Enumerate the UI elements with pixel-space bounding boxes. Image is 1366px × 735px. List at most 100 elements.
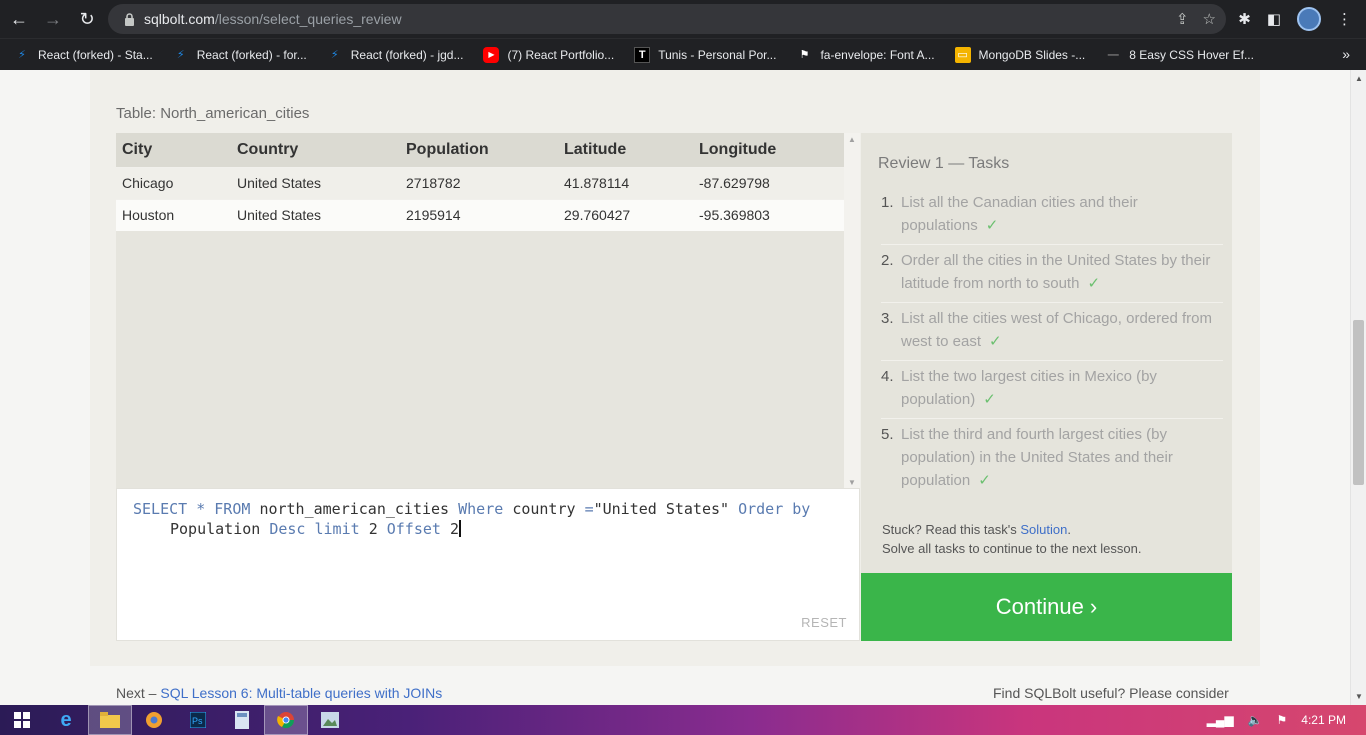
bookmark-item[interactable]: ⚑ fa-envelope: Font A... bbox=[796, 47, 935, 63]
task-number: 2. bbox=[881, 252, 894, 269]
reset-button[interactable]: RESET bbox=[801, 615, 847, 630]
column-header: City bbox=[116, 133, 231, 167]
sql-keyword: Where bbox=[458, 500, 513, 518]
page-scroll-thumb[interactable] bbox=[1353, 320, 1364, 485]
sql-keyword: Desc limit bbox=[269, 520, 369, 538]
photoshop-icon[interactable]: Ps bbox=[176, 705, 220, 735]
scroll-down-icon[interactable]: ▼ bbox=[848, 478, 856, 487]
check-icon: ✓ bbox=[989, 333, 1002, 350]
check-icon: ✓ bbox=[1087, 275, 1101, 292]
task-number: 3. bbox=[881, 310, 894, 327]
task-list: 1. List all the Canadian cities and their… bbox=[881, 187, 1223, 499]
sql-query-text[interactable]: SELECT * FROM north_american_cities Wher… bbox=[133, 499, 843, 539]
system-tray: ▂▄▆ 🔈 ⚑ 4:21 PM bbox=[1207, 705, 1346, 735]
page-scroll-up-icon[interactable]: ▲ bbox=[1355, 74, 1363, 83]
sql-keyword: SELECT * FROM bbox=[133, 500, 260, 518]
action-center-flag-icon[interactable]: ⚑ bbox=[1277, 713, 1288, 727]
svg-text:Ps: Ps bbox=[192, 716, 203, 726]
menu-kebab-icon[interactable]: ⋮ bbox=[1337, 10, 1352, 28]
side-panel-icon[interactable]: ◧ bbox=[1267, 10, 1281, 28]
next-lesson-link[interactable]: SQL Lesson 6: Multi-table queries with J… bbox=[160, 685, 442, 701]
task-text: List all the cities west of Chicago, ord… bbox=[901, 310, 1212, 350]
chrome-taskbar-icon[interactable] bbox=[264, 705, 308, 735]
query-line-2: Population Desc limit 2 Offset 2 bbox=[133, 519, 843, 539]
bookmark-item[interactable]: — 8 Easy CSS Hover Ef... bbox=[1105, 47, 1254, 63]
bookmark-label: React (forked) - for... bbox=[196, 47, 307, 62]
bolt-icon: ⚡ bbox=[18, 49, 26, 61]
reload-icon[interactable]: ↻ bbox=[72, 4, 102, 34]
file-explorer-icon[interactable] bbox=[88, 705, 132, 735]
tasks-panel: Review 1 — Tasks 1. List all the Canadian… bbox=[861, 133, 1232, 573]
url-host: sqlbolt.com bbox=[144, 11, 215, 27]
scroll-up-icon[interactable]: ▲ bbox=[848, 135, 856, 144]
task-text: List all the Canadian cities and their p… bbox=[901, 194, 1138, 234]
profile-avatar[interactable] bbox=[1297, 7, 1321, 31]
sql-editor[interactable]: SELECT * FROM north_american_cities Wher… bbox=[116, 488, 860, 641]
bookmark-label: fa-envelope: Font A... bbox=[820, 47, 935, 62]
bookmark-item[interactable]: ▭ MongoDB Slides -... bbox=[954, 46, 1086, 63]
windows-taskbar: e Ps ▂▄▆ 🔈 ⚑ 4:21 PM bbox=[0, 705, 1366, 735]
continue-button[interactable]: Continue › bbox=[861, 573, 1232, 641]
column-header: Latitude bbox=[558, 133, 693, 167]
share-icon[interactable]: ⇪ bbox=[1176, 10, 1189, 28]
bookmark-label: 8 Easy CSS Hover Ef... bbox=[1129, 47, 1254, 62]
image-viewer-icon[interactable] bbox=[308, 705, 352, 735]
address-bar[interactable]: sqlbolt.com/lesson/select_queries_review… bbox=[108, 4, 1226, 34]
internet-explorer-icon[interactable]: e bbox=[44, 705, 88, 735]
task-item: 3. List all the cities west of Chicago, o… bbox=[881, 303, 1223, 361]
column-header: Longitude bbox=[693, 133, 844, 167]
table-header-row: City Country Population Latitude Longitude bbox=[116, 133, 844, 167]
bookmark-item[interactable]: ⚡ React (forked) - jgd... bbox=[327, 47, 464, 63]
bookmark-item[interactable]: ⚡ React (forked) - Sta... bbox=[14, 47, 153, 63]
calculator-icon[interactable] bbox=[220, 705, 264, 735]
solution-link[interactable]: Solution bbox=[1020, 522, 1067, 537]
table-cell: -87.629798 bbox=[693, 166, 844, 199]
table-cell: United States bbox=[231, 198, 400, 231]
lock-icon bbox=[122, 12, 136, 26]
sql-token: north_american_cities bbox=[259, 500, 459, 518]
check-icon: ✓ bbox=[983, 391, 996, 408]
stuck-help: Stuck? Read this task's Solution. Solve … bbox=[882, 520, 1141, 558]
task-body: List the third and fourth largest cities… bbox=[897, 423, 1223, 492]
table-cell: United States bbox=[231, 166, 400, 199]
page-scrollbar[interactable]: ▲ ▼ bbox=[1350, 70, 1366, 705]
bookmarks-more-icon[interactable]: » bbox=[1342, 46, 1350, 62]
table-cell: 29.760427 bbox=[558, 198, 693, 231]
volume-icon[interactable]: 🔈 bbox=[1248, 713, 1263, 727]
support-text: Find SQLBolt useful? Please consider bbox=[993, 685, 1229, 701]
table-row: Chicago United States 2718782 41.878114 -87.… bbox=[116, 166, 844, 199]
extensions-icon[interactable]: ✱ bbox=[1238, 10, 1251, 28]
bookmark-item[interactable]: T Tunis - Personal Por... bbox=[634, 46, 776, 63]
task-item: 1. List all the Canadian cities and their… bbox=[881, 187, 1223, 245]
task-body: Order all the cities in the United State… bbox=[897, 249, 1223, 295]
task-item: 5. List the third and fourth largest citi… bbox=[881, 419, 1223, 499]
flag-icon: ⚑ bbox=[799, 49, 810, 61]
chrome-canary-icon[interactable] bbox=[132, 705, 176, 735]
back-icon[interactable]: ← bbox=[4, 4, 34, 34]
text-cursor bbox=[459, 520, 461, 537]
sql-keyword: Order by bbox=[738, 500, 811, 518]
solve-all-text: Solve all tasks to continue to the next … bbox=[882, 541, 1142, 556]
tasks-title: Review 1 — Tasks bbox=[878, 155, 1010, 172]
start-windows-icon[interactable] bbox=[0, 705, 44, 735]
network-signal-icon[interactable]: ▂▄▆ bbox=[1207, 713, 1234, 727]
bookmark-item[interactable]: ▶ (7) React Portfolio... bbox=[483, 46, 614, 63]
slides-icon: ▭ bbox=[954, 46, 971, 63]
next-lesson: Next – SQL Lesson 6: Multi-table queries… bbox=[116, 685, 442, 701]
clock[interactable]: 4:21 PM bbox=[1301, 713, 1346, 727]
bookmark-star-icon[interactable]: ☆ bbox=[1203, 10, 1216, 28]
results-scrollbar[interactable]: ▲ ▼ bbox=[844, 133, 860, 489]
column-header: Country bbox=[231, 133, 400, 167]
check-icon: ✓ bbox=[985, 217, 999, 234]
sql-token: 2 bbox=[449, 520, 459, 538]
forward-icon[interactable]: → bbox=[38, 4, 68, 34]
task-number: 5. bbox=[881, 426, 894, 443]
task-number: 4. bbox=[881, 368, 894, 385]
sql-token: country bbox=[512, 500, 585, 518]
bookmark-label: MongoDB Slides -... bbox=[978, 47, 1086, 62]
bookmark-item[interactable]: ⚡ React (forked) - for... bbox=[173, 47, 307, 63]
check-icon: ✓ bbox=[978, 472, 991, 489]
sql-token: Population bbox=[170, 520, 270, 538]
bookmarks-bar: ⚡ React (forked) - Sta... ⚡ React (forked) … bbox=[0, 38, 1366, 70]
page-scroll-down-icon[interactable]: ▼ bbox=[1355, 692, 1363, 701]
